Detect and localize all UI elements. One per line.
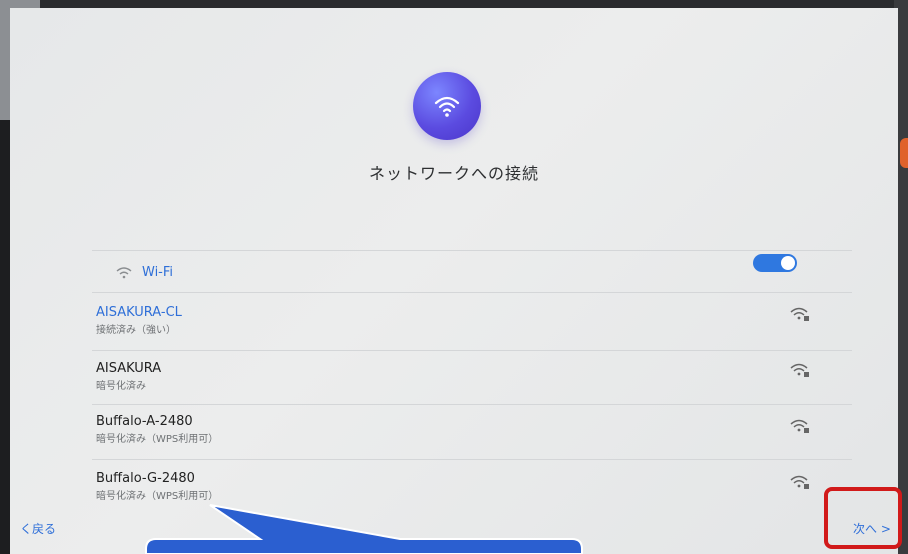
- callout-bubble: [145, 504, 583, 554]
